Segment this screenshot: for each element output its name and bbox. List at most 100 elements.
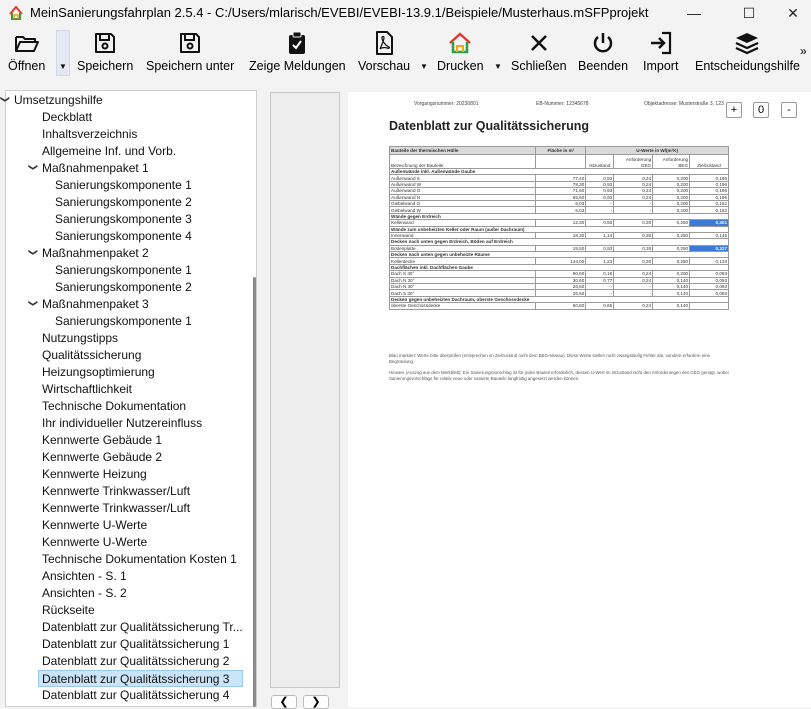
- app-logo-icon: [9, 5, 23, 20]
- tree-item[interactable]: Qualitätssicherung: [42, 347, 141, 364]
- tree-item[interactable]: Kennwerte U-Werte: [42, 534, 147, 551]
- tree-item[interactable]: Sanierungskomponente 4: [55, 228, 192, 245]
- tree-item-label: Heizungsoptimierung: [42, 365, 155, 379]
- tree-item[interactable]: Technische Dokumentation Kosten 1: [42, 551, 237, 568]
- show-messages-button[interactable]: Zeige Meldungen: [249, 30, 346, 78]
- tree-item[interactable]: Datenblatt zur Qualitätssicherung 4: [42, 687, 229, 704]
- tree-item[interactable]: Kennwerte Gebäude 1: [42, 432, 162, 449]
- document-meta-eb-number: EB-Nummer: 12345678: [536, 101, 589, 107]
- print-dropdown-icon[interactable]: ▼: [493, 62, 503, 74]
- tree-item-label: Kennwerte U-Werte: [42, 518, 148, 532]
- tree-item[interactable]: Datenblatt zur Qualitätssicherung 2: [42, 653, 229, 670]
- floppy-disk-icon: [95, 33, 116, 53]
- quit-label: Beenden: [578, 59, 629, 73]
- tree-item[interactable]: Ihr individueller Nutzereinfluss: [42, 415, 202, 432]
- preview-button[interactable]: Vorschau: [358, 30, 410, 78]
- save-as-label: Speichern unter: [146, 59, 235, 73]
- maximize-button[interactable]: ☐: [726, 0, 772, 26]
- table-subheader-row: Bezeichnung der Bauteile Istzustand Anfo…: [388, 154, 729, 169]
- open-button[interactable]: Öffnen: [8, 30, 45, 78]
- chevron-down-icon[interactable]: ❯: [25, 164, 42, 174]
- chevron-down-icon[interactable]: ❯: [25, 300, 42, 310]
- tree-item[interactable]: Sanierungskomponente 1: [55, 177, 192, 194]
- tree-item[interactable]: Ansichten - S. 2: [42, 585, 127, 602]
- tree-item[interactable]: Datenblatt zur Qualitätssicherung 3: [38, 670, 243, 687]
- tree-item[interactable]: Kennwerte Trinkwasser/Luft: [42, 500, 190, 517]
- power-icon: [593, 33, 613, 53]
- tree-item-label: Maßnahmenpaket 3: [42, 297, 149, 311]
- footnote-blue-marked: Blau markiert: Werte bitte überprüfen (e…: [389, 353, 710, 365]
- tree-item-label: Inhaltsverzeichnis: [42, 127, 138, 141]
- subheader-ist: Istzustand: [585, 154, 615, 169]
- tree-item-label: Datenblatt zur Qualitätssicherung 3: [42, 672, 230, 686]
- print-button[interactable]: Drucken: [437, 30, 484, 78]
- close-project-button[interactable]: Schließen: [511, 30, 567, 78]
- folder-open-icon: [14, 36, 39, 52]
- tree-item-label: Qualitätssicherung: [42, 348, 142, 362]
- zoom-out-button[interactable]: -: [781, 102, 797, 118]
- table-row: oberste Geschossdecke 60,60 0,65 0,24 0,140: [388, 302, 729, 310]
- tree-item-label: Sanierungskomponente 4: [55, 229, 192, 243]
- tree-item-label: Kennwerte Gebäude 2: [42, 450, 163, 464]
- table-cell: oberste Geschossdecke: [388, 302, 537, 310]
- header-u-values: U-Werte in W/(m²K): [585, 146, 729, 155]
- tree-item[interactable]: Sanierungskomponente 2: [55, 194, 192, 211]
- decision-aid-button[interactable]: Entscheidungshilfe: [695, 30, 800, 78]
- import-button[interactable]: Import: [643, 30, 678, 78]
- preview-dropdown-icon[interactable]: ▼: [419, 62, 429, 74]
- tree-item-label: Rückseite: [42, 603, 95, 617]
- tree-item[interactable]: Technische Dokumentation: [42, 398, 186, 415]
- subheader-anf-geg: Anforderung GEG: [613, 154, 654, 169]
- tree-item[interactable]: Sanierungskomponente 2: [55, 279, 192, 296]
- table-cell: [689, 302, 729, 310]
- tree-item[interactable]: ❯ Umsetzungshilfe: [1, 92, 103, 109]
- tree-item[interactable]: Sanierungskomponente 1: [55, 313, 192, 330]
- chevron-down-icon[interactable]: ❯: [0, 96, 14, 106]
- tree-item[interactable]: Sanierungskomponente 1: [55, 262, 192, 279]
- tree-item[interactable]: Deckblatt: [42, 109, 92, 126]
- save-as-button[interactable]: Speichern unter: [146, 30, 234, 78]
- document-meta-address: Objektadresse: Musterstraße 3, 12345 Mus…: [644, 101, 724, 107]
- tree-item-label: Sanierungskomponente 2: [55, 280, 192, 294]
- close-window-button[interactable]: ✕: [770, 0, 811, 26]
- tree-item[interactable]: Datenblatt zur Qualitätssicherung 1: [42, 636, 229, 653]
- tree-item[interactable]: Sanierungskomponente 3: [55, 211, 192, 228]
- tree-item[interactable]: Kennwerte U-Werte: [42, 517, 147, 534]
- tree-item-label: Ihr individueller Nutzereinfluss: [42, 416, 203, 430]
- tree-item[interactable]: Kennwerte Gebäude 2: [42, 449, 162, 466]
- quit-button[interactable]: Beenden: [578, 30, 628, 78]
- print-label: Drucken: [437, 59, 484, 73]
- tree-item[interactable]: Datenblatt zur Qualitätssicherung Tr...: [42, 619, 243, 636]
- table-cell: 60,60: [535, 302, 587, 310]
- tree-item[interactable]: ❯ Maßnahmenpaket 1: [29, 160, 149, 177]
- zoom-in-button[interactable]: +: [726, 102, 742, 118]
- tree-item-label: Sanierungskomponente 1: [55, 178, 192, 192]
- tree-item[interactable]: Inhaltsverzeichnis: [42, 126, 137, 143]
- save-button[interactable]: Speichern: [77, 30, 133, 78]
- minimize-button[interactable]: —: [671, 0, 717, 26]
- tree-item[interactable]: Allgemeine Inf. und Vorb.: [42, 143, 176, 160]
- tree-item[interactable]: Rückseite: [42, 602, 95, 619]
- tree-item-label: Allgemeine Inf. und Vorb.: [42, 144, 177, 158]
- footnote-hint: Hinweis (Auszug aus dem Merkblatt): Ein …: [389, 370, 729, 382]
- toolbar-overflow-icon[interactable]: »: [800, 44, 807, 58]
- tree-item-label: Wirtschaftlichkeit: [42, 382, 133, 396]
- tree-item-label: Maßnahmenpaket 2: [42, 246, 149, 260]
- tree-item[interactable]: Kennwerte Heizung: [42, 466, 147, 483]
- floppy-disk-icon: [180, 33, 201, 53]
- tree-item[interactable]: Nutzungstipps: [42, 330, 118, 347]
- zoom-level: 0: [753, 102, 769, 118]
- tree-item[interactable]: ❯ Maßnahmenpaket 2: [29, 245, 149, 262]
- tree-scrollbar[interactable]: [253, 277, 256, 707]
- tree-item[interactable]: Ansichten - S. 1: [42, 568, 127, 585]
- pdf-file-icon: [376, 31, 394, 55]
- tree-item[interactable]: Heizungsoptimierung: [42, 364, 155, 381]
- tree-item[interactable]: Wirtschaftlichkeit: [42, 381, 132, 398]
- document-meta-case-number: Vorgangsnummer: 20230801: [414, 101, 479, 107]
- tree-item[interactable]: ❯ Maßnahmenpaket 3: [29, 296, 149, 313]
- house-print-icon: [449, 32, 472, 54]
- tree-item[interactable]: Kennwerte Trinkwasser/Luft: [42, 483, 190, 500]
- tree-item-label: Kennwerte Heizung: [42, 467, 147, 481]
- chevron-down-icon[interactable]: ❯: [25, 249, 42, 259]
- open-dropdown-icon[interactable]: ▼: [58, 62, 68, 74]
